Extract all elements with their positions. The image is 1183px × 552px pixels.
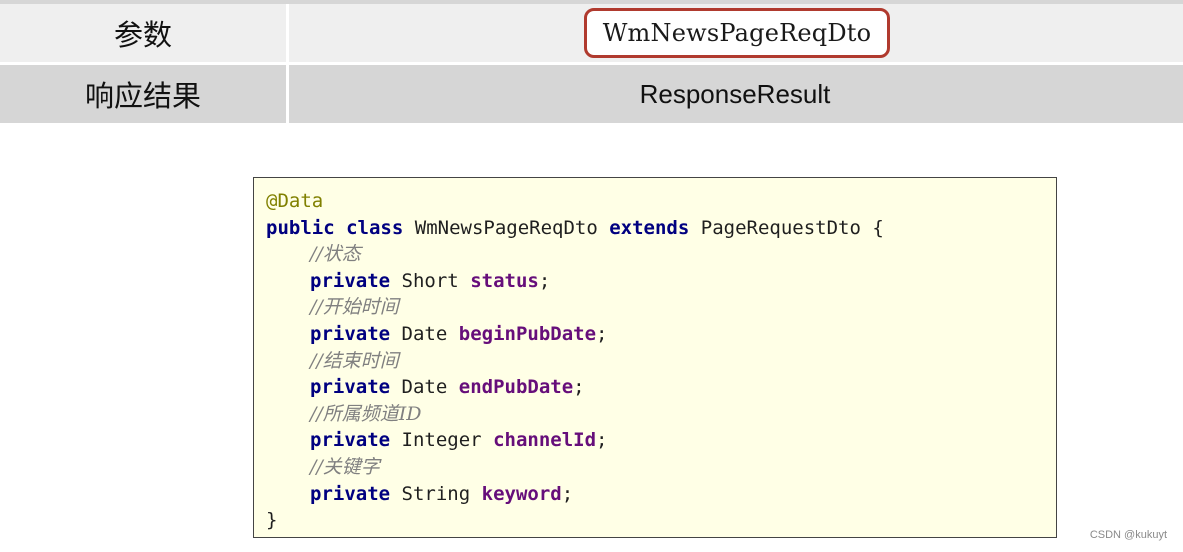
superclass-name: PageRequestDto	[700, 216, 861, 239]
field-name: keyword	[481, 482, 562, 505]
comment-token: //关键字	[310, 455, 380, 478]
params-value-cell: WmNewsPageReqDto	[289, 4, 1183, 62]
annotation-token: @Data	[266, 190, 324, 212]
code-line-field: private Date beginPubDate;	[310, 322, 608, 345]
code-line-comment: //结束时间	[266, 348, 1044, 375]
code-line-comment: //所属频道ID	[266, 401, 1044, 428]
code-line-comment: //状态	[266, 241, 1044, 268]
response-value: ResponseResult	[639, 78, 831, 109]
keyword-public: public	[266, 216, 335, 239]
table-row-response: 响应结果 ResponseResult	[0, 65, 1183, 126]
response-value-cell: ResponseResult	[289, 65, 1183, 123]
comment-token: //状态	[310, 243, 361, 266]
code-block: @Data public class WmNewsPageReqDto exte…	[253, 177, 1057, 538]
code-line-comment: //关键字	[266, 454, 1044, 481]
field-type: Date	[401, 376, 448, 399]
field-type: Short	[401, 269, 459, 292]
api-table: 参数 WmNewsPageReqDto 响应结果 ResponseResult	[0, 0, 1183, 126]
code-line-field: private String keyword;	[310, 482, 574, 505]
open-brace: {	[872, 216, 884, 239]
code-line-comment: //开始时间	[266, 294, 1044, 321]
code-line-field: private Integer channelId;	[310, 429, 608, 452]
keyword-extends: extends	[609, 216, 690, 239]
keyword-private: private	[310, 482, 391, 505]
response-label: 响应结果	[0, 65, 289, 123]
comment-token: //开始时间	[310, 296, 399, 319]
code-line-annotation: @Data	[266, 188, 1044, 215]
watermark: CSDN @kukuyt	[1089, 529, 1167, 541]
params-value-highlight: WmNewsPageReqDto	[583, 8, 891, 58]
comment-token: //结束时间	[310, 349, 399, 372]
field-name: endPubDate	[458, 376, 574, 399]
field-type: String	[401, 482, 471, 505]
keyword-private: private	[310, 269, 391, 292]
field-name: channelId	[493, 429, 597, 452]
field-type: Integer	[401, 429, 482, 452]
close-brace: }	[266, 509, 278, 532]
code-line-field: private Short status;	[310, 269, 551, 292]
code-line-close: }	[266, 507, 1044, 534]
params-label: 参数	[0, 4, 289, 62]
keyword-private: private	[310, 322, 391, 345]
keyword-class: class	[346, 216, 404, 239]
field-name: status	[470, 269, 539, 292]
field-name: beginPubDate	[458, 322, 597, 345]
code-line-class-decl: public class WmNewsPageReqDto extends Pa…	[266, 215, 1044, 242]
keyword-private: private	[310, 376, 391, 399]
keyword-private: private	[310, 429, 391, 452]
code-line-field: private Date endPubDate;	[310, 376, 585, 399]
class-name: WmNewsPageReqDto	[414, 216, 598, 239]
field-type: Date	[401, 322, 448, 345]
comment-token: //所属频道ID	[310, 402, 422, 425]
table-row-params: 参数 WmNewsPageReqDto	[0, 0, 1183, 65]
